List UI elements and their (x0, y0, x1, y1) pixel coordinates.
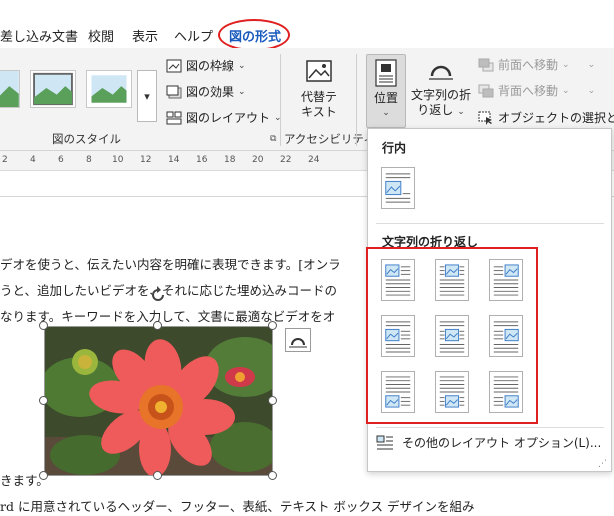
chevron-down-icon: ⌄ (562, 85, 570, 96)
wrap-text-icon (429, 65, 453, 80)
picture-style-thumb-1[interactable] (0, 70, 20, 108)
send-backward-button[interactable]: 背面へ移動 ⌄ ⌄ (478, 82, 595, 99)
send-backward-label: 背面へ移動 (498, 84, 559, 98)
dialog-launcher-icon[interactable]: ⧉ (270, 134, 276, 144)
layout-options-button[interactable] (285, 328, 311, 352)
inline-layout-icon (385, 173, 411, 203)
picture-style-thumb-3[interactable] (86, 70, 132, 108)
ruler-tick: 24 (308, 155, 320, 165)
selection-pane-icon (478, 111, 492, 125)
alt-text-label-1: 代替テ (300, 90, 337, 104)
bring-forward-icon (478, 58, 494, 71)
tab-view[interactable]: 表示 (132, 26, 158, 45)
wrap-options-highlight-box (366, 247, 538, 424)
resize-handle[interactable] (39, 396, 48, 405)
accessibility-group-label: アクセシビリティ (284, 132, 375, 146)
position-icon (375, 59, 397, 87)
more-layout-options-item[interactable]: その他のレイアウト オプション(L)... (376, 434, 601, 451)
chevron-down-icon: ⌄ (238, 60, 246, 71)
wrap-text-label-2: り返し (417, 103, 454, 117)
tab-help[interactable]: ヘルプ (174, 26, 213, 45)
chevron-down-icon: ⌄ (457, 107, 465, 117)
ruler-tick: 10 (112, 155, 124, 165)
flower-photo (45, 327, 272, 475)
chevron-down-icon: ⌄ (562, 59, 570, 70)
position-button[interactable]: 位置 ⌄ (366, 54, 406, 128)
resize-handle[interactable] (268, 321, 277, 330)
group-divider (356, 54, 357, 146)
wrap-text-label-1: 文字列の折 (410, 88, 471, 102)
picture-layout-label: 図のレイアウト (186, 111, 271, 125)
resize-handle[interactable] (39, 471, 48, 480)
picture-effects-label: 図の効果 (186, 85, 235, 99)
rotate-handle-icon[interactable] (148, 285, 168, 305)
menu-divider (376, 223, 604, 224)
ruler-tick: 14 (168, 155, 180, 165)
chevron-down-icon: ⌄ (238, 86, 246, 97)
picture-border-button[interactable]: 図の枠線 ⌄ (166, 57, 246, 74)
ruler-tick: 8 (86, 155, 92, 165)
document-text-line: うと、追加したいビデオを、それに応じた埋め込みコードの (0, 283, 338, 298)
alt-text-icon (306, 60, 332, 82)
alt-text-button[interactable]: 代替テ キスト (290, 58, 348, 128)
selected-picture[interactable] (44, 326, 273, 476)
ruler-tick: 20 (252, 155, 264, 165)
layout-options-icon (376, 435, 393, 449)
resize-handle[interactable] (153, 471, 162, 480)
ruler-tick: 18 (224, 155, 236, 165)
inline-section-heading: 行内 (382, 141, 407, 155)
wrap-text-icon (289, 338, 307, 348)
tab-review[interactable]: 校閲 (88, 26, 114, 45)
picture-border-label: 図の枠線 (186, 59, 235, 73)
ruler-tick: 2 (2, 155, 8, 165)
picture-effects-button[interactable]: 図の効果 ⌄ (166, 83, 246, 100)
tab-highlight-circle (218, 19, 290, 51)
inline-with-text-option[interactable] (381, 167, 415, 209)
selection-pane-button[interactable]: オブジェクトの選択と表示 (478, 109, 614, 126)
picture-style-thumb-2[interactable] (30, 70, 76, 108)
picture-border-icon (166, 59, 182, 72)
picture-layout-button[interactable]: 図のレイアウト ⌄ (166, 109, 282, 126)
menu-divider (376, 427, 604, 428)
bring-forward-label: 前面へ移動 (498, 58, 559, 72)
ruler-tick: 16 (196, 155, 208, 165)
alt-text-label-2: キスト (301, 105, 337, 119)
tab-mailings[interactable]: 差し込み文書 (0, 26, 78, 45)
wrap-text-button[interactable]: 文字列の折 り返し ⌄ (410, 58, 472, 128)
position-label: 位置 (373, 91, 398, 105)
picture-layout-icon (166, 111, 182, 124)
chevron-down-icon: ⌄ (587, 85, 596, 96)
picture-effects-icon (166, 85, 182, 98)
bring-forward-button[interactable]: 前面へ移動 ⌄ ⌄ (478, 56, 595, 73)
ruler-tick: 6 (58, 155, 64, 165)
resize-handle[interactable] (268, 471, 277, 480)
group-divider (280, 54, 281, 146)
ruler-tick: 22 (280, 155, 292, 165)
document-text-line: rd に用意されているヘッダー、フッター、表紙、テキスト ボックス デザインを組… (0, 499, 475, 514)
chevron-down-icon: ⌄ (587, 59, 596, 70)
resize-handle[interactable] (268, 396, 277, 405)
more-layout-options-label: その他のレイアウト オプション(L)... (402, 436, 602, 450)
chevron-down-icon: ⌄ (382, 108, 390, 118)
document-text-line: デオを使うと、伝えたい内容を明確に表現できます。[オンラ (0, 257, 341, 272)
ruler-tick: 4 (30, 155, 36, 165)
picture-styles-group-label: 図のスタイル (52, 132, 121, 146)
resize-handle[interactable] (153, 321, 162, 330)
document-text-line: なります。キーワードを入力して、文書に最適なビデオをオ (0, 309, 336, 324)
ribbon-tab-bar: 差し込み文書 校閲 表示 ヘルプ 図の形式 (0, 0, 614, 51)
send-backward-icon (478, 84, 494, 97)
ruler-tick: 12 (140, 155, 152, 165)
resize-grip-icon[interactable]: ⋰ (598, 459, 607, 469)
picture-styles-more-button[interactable]: ▾ (137, 70, 157, 122)
resize-handle[interactable] (39, 321, 48, 330)
selection-pane-label: オブジェクトの選択と表示 (498, 111, 614, 125)
